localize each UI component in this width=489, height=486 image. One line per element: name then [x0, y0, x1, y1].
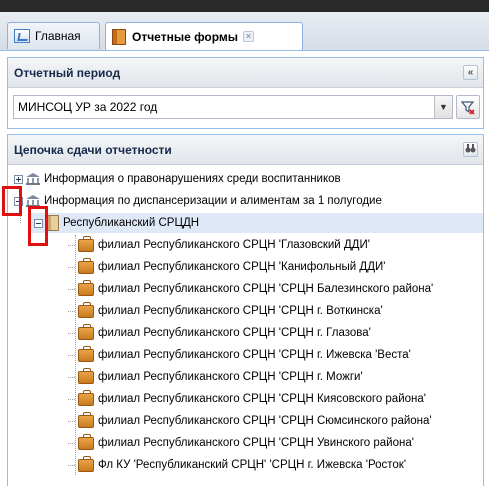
- clear-filter-button[interactable]: [456, 95, 480, 119]
- briefcase-icon: [78, 433, 94, 450]
- tree-node[interactable]: Информация о правонарушениях среди воспи…: [14, 169, 341, 189]
- tree-node-label: Информация о правонарушениях среди воспи…: [44, 173, 341, 185]
- tree-leaf[interactable]: филиал Республиканского СРЦН 'СРЦН г. Гл…: [68, 323, 371, 343]
- briefcase-icon: [78, 301, 94, 318]
- tab-reports-label: Отчетные формы: [132, 29, 239, 44]
- tree-node-label: филиал Республиканского СРЦН 'СРЦН г. Гл…: [98, 327, 371, 339]
- tree-node[interactable]: Информация по диспансеризации и алимента…: [14, 191, 382, 211]
- tree-node-label: Республиканский СРЦДН: [63, 217, 200, 229]
- chevron-down-icon[interactable]: ▼: [434, 96, 452, 118]
- tree-node-label: филиал Республиканского СРЦН 'СРЦН Балез…: [98, 283, 434, 295]
- tree-node-selected[interactable]: Республиканский СРЦДН: [30, 213, 483, 233]
- tree-node-label: филиал Республиканского СРЦН 'СРЦН г. Во…: [98, 305, 383, 317]
- tab-reports[interactable]: Отчетные формы ×: [105, 22, 303, 50]
- briefcase-icon: [78, 257, 94, 274]
- home-icon: [14, 29, 30, 43]
- tree-node-label: филиал Республиканского СРЦН 'СРЦН Увинс…: [98, 437, 414, 449]
- tree-leaf[interactable]: Фл КУ 'Республиканский СРЦН' 'СРЦН г. Иж…: [68, 455, 406, 475]
- tree-node-label: филиал Республиканского СРЦН 'СРЦН Сюмси…: [98, 415, 432, 427]
- reports-icon: [112, 28, 126, 45]
- tree-leaf[interactable]: филиал Республиканского СРЦН 'Канифольны…: [68, 257, 385, 277]
- tab-strip: Главная Отчетные формы ×: [0, 12, 489, 51]
- briefcase-icon: [78, 279, 94, 296]
- period-combobox-value: МИНСОЦ УР за 2022 год: [18, 100, 158, 114]
- tree-node-label: филиал Республиканского СРЦН 'СРЦН Киясо…: [98, 393, 426, 405]
- chain-panel-title: Цепочка сдачи отчетности: [14, 142, 172, 157]
- tree-leaf[interactable]: филиал Республиканского СРЦН 'СРЦН Сюмси…: [68, 411, 432, 431]
- tree-node-label: филиал Республиканского СРЦН 'Глазовский…: [98, 239, 370, 251]
- expand-icon[interactable]: [14, 174, 23, 184]
- briefcase-icon: [78, 411, 94, 428]
- briefcase-icon: [78, 455, 94, 472]
- annotation-highlight-box: [28, 206, 48, 246]
- tab-home-label: Главная: [35, 29, 81, 43]
- tree-node-label: Фл КУ 'Республиканский СРЦН' 'СРЦН г. Иж…: [98, 459, 407, 471]
- period-panel: Отчетный период « МИНСОЦ УР за 2022 год …: [7, 57, 484, 129]
- tree-leaf[interactable]: филиал Республиканского СРЦН 'СРЦН Балез…: [68, 279, 433, 299]
- period-combobox[interactable]: МИНСОЦ УР за 2022 год ▼: [13, 95, 453, 119]
- tree-node-label: филиал Республиканского СРЦН 'СРЦН г. Иж…: [98, 349, 411, 361]
- tree-node-label: Информация по диспансеризации и алимента…: [44, 195, 382, 207]
- close-icon[interactable]: ×: [243, 31, 255, 42]
- filter-clear-icon: [461, 101, 475, 115]
- tree-leaf[interactable]: филиал Республиканского СРЦН 'СРЦН г. Во…: [68, 301, 383, 321]
- tree-leaf[interactable]: филиал Республиканского СРЦН 'СРЦН г. Мо…: [68, 367, 363, 387]
- briefcase-icon: [78, 367, 94, 384]
- chain-panel-header: Цепочка сдачи отчетности: [8, 135, 483, 165]
- bank-icon: [26, 173, 40, 185]
- annotation-highlight-box: [2, 186, 22, 216]
- tab-home[interactable]: Главная: [7, 22, 100, 49]
- briefcase-icon: [78, 345, 94, 362]
- tree-node-label: филиал Республиканского СРЦН 'СРЦН г. Мо…: [98, 371, 363, 383]
- period-panel-title: Отчетный период: [14, 65, 121, 80]
- tree-leaf[interactable]: филиал Республиканского СРЦН 'СРЦН Киясо…: [68, 389, 426, 409]
- briefcase-icon: [78, 323, 94, 340]
- chain-panel: Цепочка сдачи отчетности Информация о пр…: [7, 134, 484, 486]
- briefcase-icon: [78, 389, 94, 406]
- briefcase-icon: [78, 235, 94, 252]
- tree-leaf[interactable]: филиал Республиканского СРЦН 'Глазовский…: [68, 235, 370, 255]
- tree-node-label: филиал Республиканского СРЦН 'Канифольны…: [98, 261, 386, 273]
- period-panel-header: Отчетный период «: [8, 58, 483, 88]
- tree-leaf[interactable]: филиал Республиканского СРЦН 'СРЦН г. Иж…: [68, 345, 411, 365]
- tree-leaf[interactable]: филиал Республиканского СРЦН 'СРЦН Увинс…: [68, 433, 414, 453]
- binoculars-icon[interactable]: [463, 142, 478, 157]
- top-dark-bar: [0, 0, 489, 12]
- collapse-icon[interactable]: «: [463, 65, 478, 80]
